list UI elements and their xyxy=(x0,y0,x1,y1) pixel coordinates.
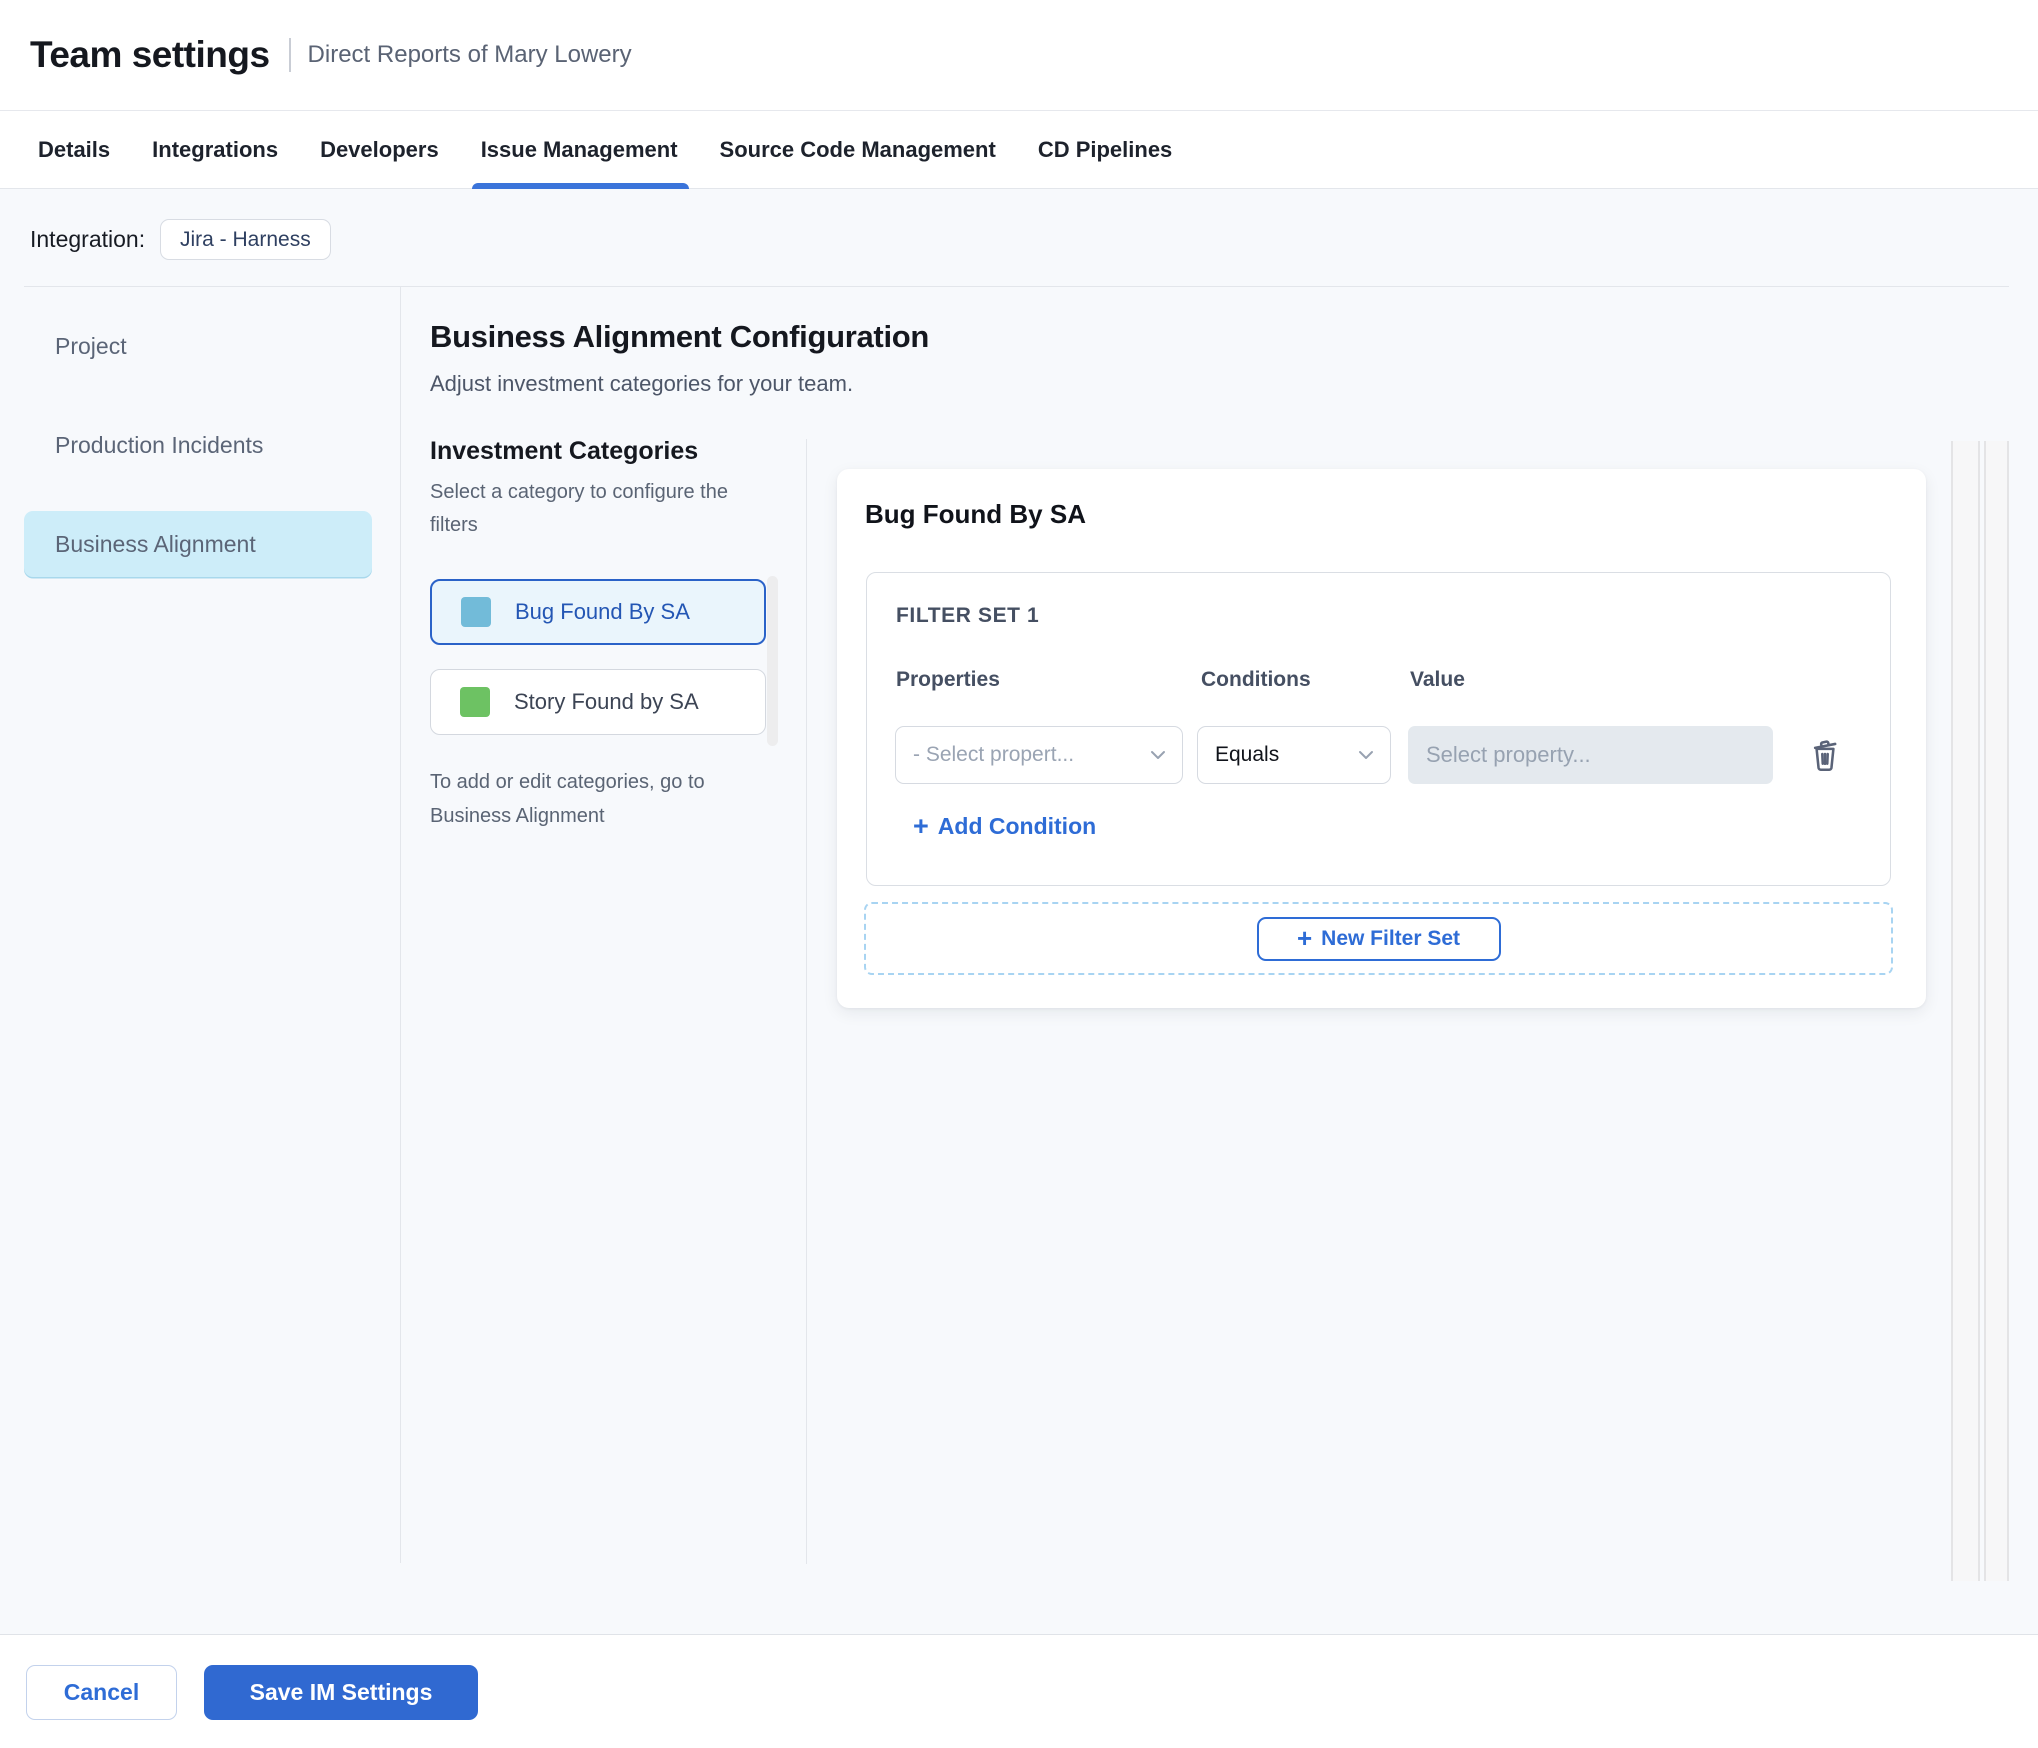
sidebar-item-business-alignment[interactable]: Business Alignment xyxy=(24,511,372,577)
investment-categories-hint: Select a category to configure the filte… xyxy=(430,481,728,536)
column-label-properties: Properties xyxy=(896,668,1000,691)
cancel-button[interactable]: Cancel xyxy=(26,1665,177,1720)
save-im-settings-button[interactable]: Save IM Settings xyxy=(204,1665,478,1720)
properties-select[interactable]: - Select propert... xyxy=(895,726,1183,784)
horizontal-divider xyxy=(24,286,2009,287)
conditions-select-value: Equals xyxy=(1215,743,1280,766)
page-header: Team settings Direct Reports of Mary Low… xyxy=(0,0,2038,111)
chevron-down-icon xyxy=(1359,751,1373,759)
categories-scrollbar[interactable] xyxy=(767,576,778,746)
new-filter-set-label: New Filter Set xyxy=(1321,926,1461,950)
category-label: Bug Found By SA xyxy=(515,599,690,624)
tab-source-code-management[interactable]: Source Code Management xyxy=(720,111,996,188)
sidebar-item-project[interactable]: Project xyxy=(24,313,372,379)
tab-developers[interactable]: Developers xyxy=(320,111,439,188)
category-story-found-by-sa[interactable]: Story Found by SA xyxy=(430,669,766,735)
filter-panel-card: Bug Found By SA FILTER SET 1 Properties … xyxy=(837,469,1926,1008)
tab-details[interactable]: Details xyxy=(38,111,110,188)
tab-issue-management[interactable]: Issue Management xyxy=(471,111,689,189)
page-title: Team settings xyxy=(30,34,270,75)
title-separator xyxy=(288,38,291,72)
filter-set-title: FILTER SET 1 xyxy=(896,604,1040,627)
new-filter-set-button[interactable]: + New Filter Set xyxy=(1256,916,1501,961)
tab-cd-pipelines[interactable]: CD Pipelines xyxy=(1038,111,1172,188)
delete-condition-button[interactable] xyxy=(1805,733,1845,777)
value-input[interactable] xyxy=(1408,726,1773,784)
add-condition-label: Add Condition xyxy=(937,813,1097,839)
investment-categories-heading: Investment Categories xyxy=(430,437,699,465)
section-subtitle: Adjust investment categories for your te… xyxy=(430,371,854,396)
footer-bar: Cancel Save IM Settings xyxy=(0,1635,2038,1745)
trash-icon xyxy=(1813,739,1837,771)
tab-integrations[interactable]: Integrations xyxy=(152,111,278,188)
categories-divider xyxy=(806,439,807,1564)
filter-set-box: FILTER SET 1 Properties Conditions Value… xyxy=(866,572,1891,886)
category-label: Story Found by SA xyxy=(514,689,699,714)
column-label-value: Value xyxy=(1410,668,1465,691)
column-label-conditions: Conditions xyxy=(1201,668,1311,691)
plus-icon: + xyxy=(913,811,929,841)
new-filter-set-dropzone: + New Filter Set xyxy=(864,902,1893,975)
tab-bar: Details Integrations Developers Issue Ma… xyxy=(0,111,2038,189)
add-condition-button[interactable]: + Add Condition xyxy=(913,813,1096,840)
filter-panel-title: Bug Found By SA xyxy=(865,499,1086,529)
categories-footnote: To add or edit categories, go to Busines… xyxy=(430,771,705,827)
section-title: Business Alignment Configuration xyxy=(430,319,930,354)
content-area: Integration: Jira - Harness Project Prod… xyxy=(0,189,2038,1635)
conditions-select[interactable]: Equals xyxy=(1197,726,1391,784)
sidebar-divider xyxy=(400,286,401,1563)
properties-select-value: - Select propert... xyxy=(913,743,1075,766)
right-gutter-strip xyxy=(1951,441,1980,1581)
integration-chip[interactable]: Jira - Harness xyxy=(160,219,331,260)
integration-label: Integration: xyxy=(30,226,146,252)
sidebar-item-production-incidents[interactable]: Production Incidents xyxy=(24,412,372,478)
page-subtitle: Direct Reports of Mary Lowery xyxy=(307,41,632,68)
category-color-swatch xyxy=(461,597,491,627)
chevron-down-icon xyxy=(1151,751,1165,759)
right-gutter-strip xyxy=(1984,441,2009,1581)
category-color-swatch xyxy=(460,687,490,717)
category-bug-found-by-sa[interactable]: Bug Found By SA xyxy=(430,579,766,645)
plus-icon: + xyxy=(1296,922,1313,953)
